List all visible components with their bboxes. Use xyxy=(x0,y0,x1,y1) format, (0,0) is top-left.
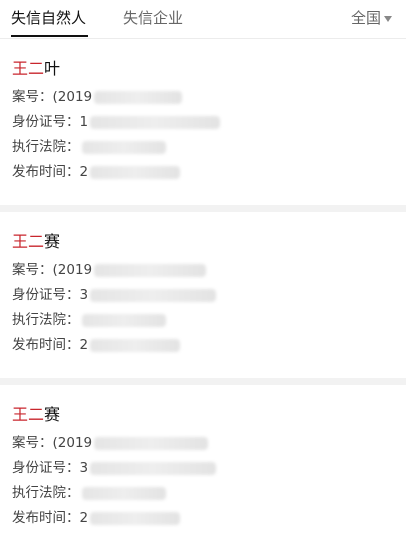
tab-bar: 失信自然人 失信企业 全国 xyxy=(0,0,406,39)
case-number-row: 案号： (2019 xyxy=(12,85,406,110)
case-number-label: 案号： xyxy=(12,89,53,105)
publish-time-row: 发布时间： 2 xyxy=(12,333,406,358)
id-number-label: 身份证号： xyxy=(12,114,80,130)
publish-time-label: 发布时间： xyxy=(12,164,80,180)
region-selector[interactable]: 全国 xyxy=(351,8,392,28)
tab-dishonest-persons[interactable]: 失信自然人 xyxy=(11,8,86,28)
publish-time-row: 发布时间： 2 xyxy=(12,506,406,531)
court-label: 执行法院： xyxy=(12,312,80,328)
person-name: 王二赛 xyxy=(12,232,406,252)
case-number-value: (2019 xyxy=(52,262,93,278)
redacted-value xyxy=(81,141,166,154)
id-number-label: 身份证号： xyxy=(12,460,80,476)
publish-time-value: 2 xyxy=(79,510,89,526)
name-highlight: 王二 xyxy=(12,59,45,78)
case-number-label: 案号： xyxy=(12,435,53,451)
court-row: 执行法院： xyxy=(12,308,406,333)
name-rest: 赛 xyxy=(44,405,61,424)
card-separator xyxy=(0,205,406,212)
redacted-value xyxy=(94,91,183,104)
person-name: 王二赛 xyxy=(12,405,406,425)
publish-time-label: 发布时间： xyxy=(12,510,80,526)
court-label: 执行法院： xyxy=(12,485,80,501)
name-rest: 赛 xyxy=(44,232,61,251)
court-row: 执行法院： xyxy=(12,135,406,160)
name-highlight: 王二 xyxy=(12,232,45,251)
publish-time-value: 2 xyxy=(79,164,89,180)
redacted-value xyxy=(90,166,181,179)
card-separator xyxy=(0,378,406,385)
name-rest: 叶 xyxy=(44,59,61,78)
id-number-row: 身份证号： 3 xyxy=(12,283,406,308)
id-number-value: 1 xyxy=(79,114,89,130)
redacted-value xyxy=(90,462,217,475)
id-number-value: 3 xyxy=(79,460,89,476)
redacted-value xyxy=(94,264,207,277)
id-number-value: 3 xyxy=(79,287,89,303)
region-label: 全国 xyxy=(350,9,381,27)
redacted-value xyxy=(81,487,166,500)
redacted-value xyxy=(90,512,181,525)
redacted-value xyxy=(94,437,209,450)
id-number-row: 身份证号： 1 xyxy=(12,110,406,135)
id-number-row: 身份证号： 3 xyxy=(12,456,406,481)
name-highlight: 王二 xyxy=(12,405,45,424)
publish-time-label: 发布时间： xyxy=(12,337,80,353)
court-label: 执行法院： xyxy=(12,139,80,155)
tab-dishonest-companies[interactable]: 失信企业 xyxy=(123,8,183,28)
case-number-value: (2019 xyxy=(52,89,93,105)
redacted-value xyxy=(90,339,181,352)
redacted-value xyxy=(90,289,217,302)
case-number-row: 案号： (2019 xyxy=(12,258,406,283)
person-name: 王二叶 xyxy=(12,59,406,79)
id-number-label: 身份证号： xyxy=(12,287,80,303)
record-card[interactable]: 王二赛 案号： (2019 身份证号： 3 执行法院： 发布时间： 2 xyxy=(0,212,406,378)
publish-time-value: 2 xyxy=(79,337,89,353)
record-card[interactable]: 王二叶 案号： (2019 身份证号： 1 执行法院： 发布时间： 2 xyxy=(0,39,406,205)
case-number-label: 案号： xyxy=(12,262,53,278)
active-tab-indicator xyxy=(11,35,88,37)
record-card[interactable]: 王二赛 案号： (2019 身份证号： 3 执行法院： 发布时间： 2 xyxy=(0,385,406,550)
case-number-value: (2019 xyxy=(52,435,93,451)
redacted-value xyxy=(90,116,221,129)
publish-time-row: 发布时间： 2 xyxy=(12,160,406,185)
redacted-value xyxy=(81,314,166,327)
case-number-row: 案号： (2019 xyxy=(12,431,406,456)
chevron-down-icon xyxy=(384,15,392,22)
court-row: 执行法院： xyxy=(12,481,406,506)
